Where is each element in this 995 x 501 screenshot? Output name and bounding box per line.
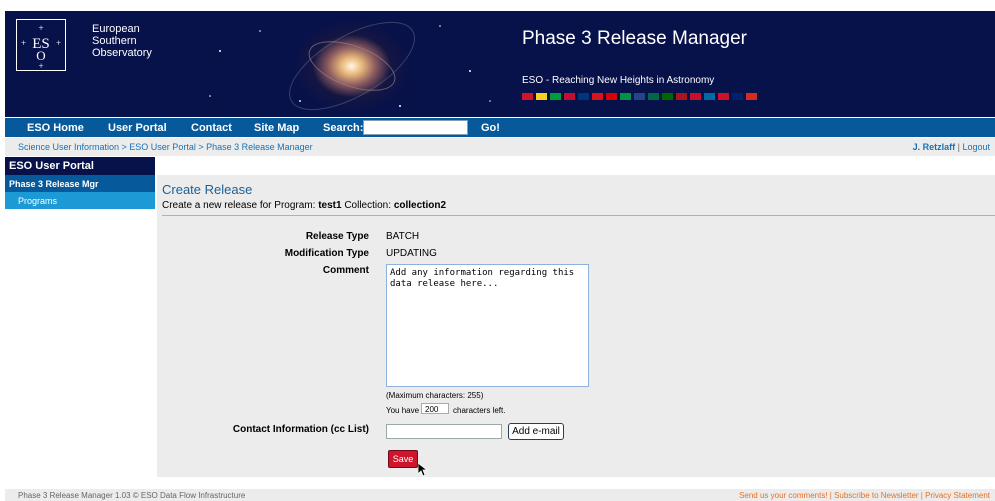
- svg-text:+: +: [38, 61, 43, 70]
- user-links: J. Retzlaff | Logout: [913, 142, 990, 152]
- galaxy-banner-image: [180, 11, 510, 117]
- sidebar-item-release-mgr[interactable]: Phase 3 Release Mgr: [5, 175, 155, 192]
- sidebar-item-label: Phase 3 Release Mgr: [9, 179, 99, 189]
- max-chars-note: (Maximum characters: 255): [386, 391, 484, 400]
- flag-icon[interactable]: [522, 93, 533, 100]
- sidebar-item-programs[interactable]: Programs: [5, 192, 155, 209]
- release-type-value: BATCH: [386, 231, 420, 242]
- flag-icon[interactable]: [662, 93, 673, 100]
- app-title: Phase 3 Release Manager: [522, 28, 747, 49]
- tagline: ESO - Reaching New Heights in Astronomy: [522, 75, 715, 86]
- flag-icon[interactable]: [634, 93, 645, 100]
- page-title: Create Release: [162, 182, 253, 197]
- breadcrumb-bar: Science User Information > ESO User Port…: [5, 138, 995, 156]
- sidebar-item-label: Programs: [18, 196, 58, 206]
- eso-logo[interactable]: + + ES + O +: [16, 19, 66, 71]
- flag-icon[interactable]: [704, 93, 715, 100]
- sidebar-title-label: ESO User Portal: [9, 160, 94, 172]
- save-button[interactable]: Save: [388, 450, 418, 468]
- divider: [162, 215, 995, 216]
- site-footer: Phase 3 Release Manager 1.03 © ESO Data …: [5, 489, 995, 501]
- logout-link[interactable]: Logout: [962, 142, 990, 152]
- site-header: + + ES + O + European Southern Observato…: [5, 11, 995, 117]
- main-nav: ESO Home User Portal Contact Site Map Se…: [5, 118, 995, 137]
- modification-type-value: UPDATING: [386, 248, 437, 259]
- modification-type-label: Modification Type: [284, 248, 369, 259]
- search-label: Search:: [323, 122, 364, 134]
- language-flags[interactable]: [522, 93, 760, 100]
- nav-site-map[interactable]: Site Map: [254, 122, 299, 134]
- svg-text:+: +: [56, 38, 61, 48]
- main-content: Create Release Create a new release for …: [157, 157, 995, 477]
- flag-icon[interactable]: [606, 93, 617, 100]
- flag-icon[interactable]: [718, 93, 729, 100]
- release-type-label: Release Type: [305, 231, 369, 242]
- flag-icon[interactable]: [564, 93, 575, 100]
- nav-eso-home[interactable]: ESO Home: [27, 122, 84, 134]
- org-name: European Southern Observatory: [92, 23, 152, 59]
- flag-icon[interactable]: [746, 93, 757, 100]
- flag-icon[interactable]: [536, 93, 547, 100]
- chars-left-counter: 200: [421, 403, 449, 414]
- flag-icon[interactable]: [648, 93, 659, 100]
- separator: |: [957, 142, 960, 152]
- user-name-link[interactable]: J. Retzlaff: [913, 142, 956, 152]
- collection-name: collection2: [393, 200, 447, 211]
- svg-text:+: +: [38, 23, 43, 33]
- nav-contact[interactable]: Contact: [191, 122, 232, 134]
- footer-credit: Phase 3 Release Manager 1.03 © ESO Data …: [18, 491, 246, 500]
- mouse-cursor-icon: [418, 463, 428, 477]
- flag-icon[interactable]: [732, 93, 743, 100]
- page-description: Create a new release for Program: test1 …: [162, 200, 447, 211]
- comment-label: Comment: [322, 265, 369, 276]
- flag-icon[interactable]: [592, 93, 603, 100]
- email-input[interactable]: [386, 424, 502, 439]
- flag-icon[interactable]: [550, 93, 561, 100]
- flag-icon[interactable]: [690, 93, 701, 100]
- chars-left-row: You have 200 characters left.: [386, 403, 506, 415]
- footer-links[interactable]: Send us your comments! | Subscribe to Ne…: [739, 491, 990, 500]
- sidebar-title[interactable]: ESO User Portal: [5, 157, 155, 175]
- svg-text:+: +: [21, 38, 26, 48]
- flag-icon[interactable]: [676, 93, 687, 100]
- contact-info-label: Contact Information (cc List): [232, 424, 369, 435]
- search-input[interactable]: [363, 120, 468, 135]
- add-email-button[interactable]: Add e-mail: [508, 423, 564, 440]
- nav-user-portal[interactable]: User Portal: [108, 122, 167, 134]
- search-go-button[interactable]: Go!: [481, 122, 500, 134]
- breadcrumb[interactable]: Science User Information > ESO User Port…: [18, 142, 313, 152]
- flag-icon[interactable]: [620, 93, 631, 100]
- comment-textarea[interactable]: Add any information regarding this data …: [386, 264, 589, 387]
- flag-icon[interactable]: [578, 93, 589, 100]
- program-name: test1: [318, 200, 342, 211]
